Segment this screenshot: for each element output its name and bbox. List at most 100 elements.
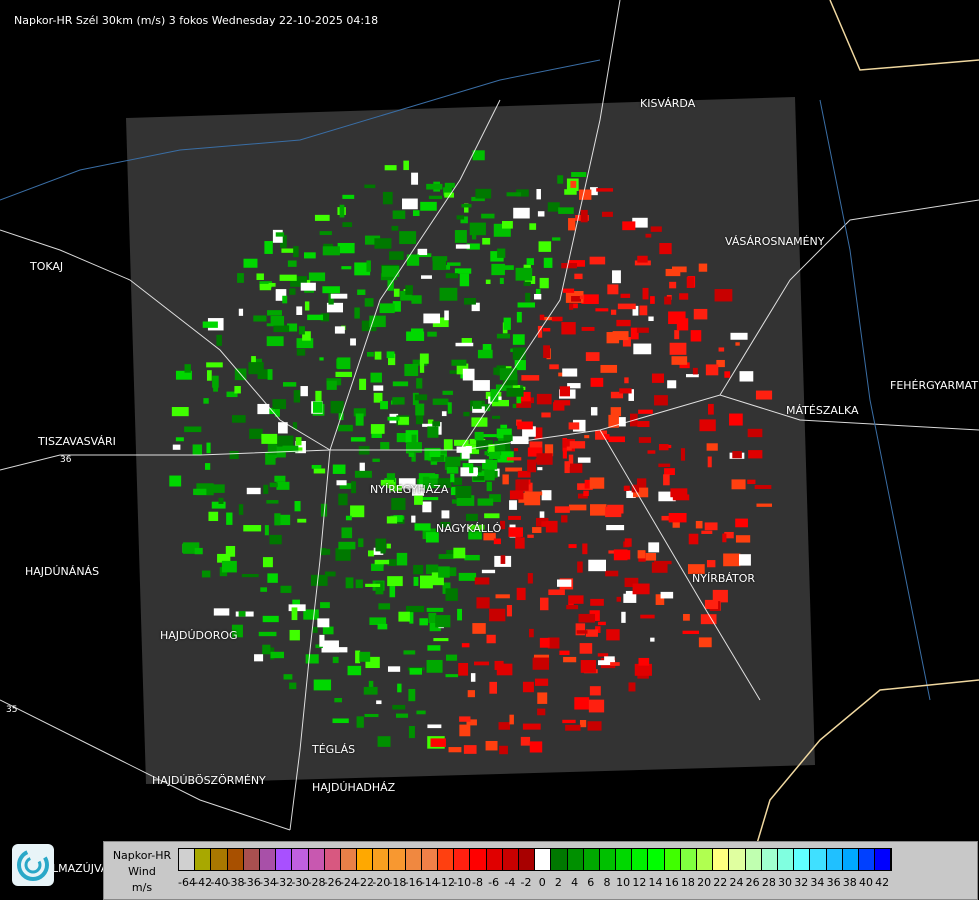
radar-echo <box>566 446 572 451</box>
radar-echo <box>494 660 504 670</box>
radar-echo <box>317 618 330 628</box>
radar-echo <box>724 371 731 378</box>
legend-swatch <box>373 849 390 870</box>
radar-echo <box>310 574 328 586</box>
radar-echo <box>529 741 543 753</box>
city-label: NAGYKÁLLÓ <box>436 522 502 535</box>
radar-echo <box>472 380 490 391</box>
radar-echo <box>524 491 543 496</box>
radar-echo <box>319 634 325 647</box>
radar-echo <box>581 326 595 331</box>
radar-echo <box>707 456 712 468</box>
radar-echo <box>311 464 322 469</box>
radar-echo <box>607 284 619 295</box>
radar-echo <box>516 311 522 323</box>
road-number: 36 <box>60 455 72 465</box>
radar-echo <box>350 437 366 442</box>
radar-echo <box>355 579 363 589</box>
radar-echo <box>457 608 463 621</box>
radar-echo <box>276 481 290 490</box>
radar-echo <box>262 615 279 623</box>
radar-echo <box>679 293 689 300</box>
legend-label: 14 <box>648 876 663 889</box>
radar-echo <box>355 413 364 426</box>
radar-echo <box>416 378 423 389</box>
radar-echo <box>722 533 727 543</box>
radar-echo <box>482 237 491 245</box>
radar-echo <box>357 289 366 295</box>
radar-echo <box>551 316 563 322</box>
radar-echo <box>459 724 471 737</box>
radar-echo <box>238 504 244 515</box>
legend-label: -4 <box>504 876 516 889</box>
radar-echo <box>184 364 191 373</box>
city-label: HAJDÚHADHÁZ <box>312 781 396 794</box>
radar-echo <box>213 608 230 616</box>
legend-label: -16 <box>404 876 423 889</box>
radar-echo <box>263 484 269 494</box>
radar-echo <box>561 263 577 269</box>
radar-echo <box>294 501 301 512</box>
radar-echo <box>585 629 598 637</box>
radar-echo <box>393 288 400 297</box>
radar-echo <box>375 581 384 595</box>
legend-label: -42 <box>194 876 213 889</box>
road-number: 35 <box>6 705 17 715</box>
radar-echo <box>486 634 496 644</box>
legend-label: -28 <box>307 876 326 889</box>
legend-label: 30 <box>778 876 793 889</box>
legend-swatch <box>308 849 325 870</box>
radar-echo <box>471 417 488 427</box>
radar-echo <box>651 373 665 383</box>
radar-echo <box>539 637 550 648</box>
radar-echo <box>536 189 541 200</box>
radar-echo <box>506 387 524 397</box>
radar-echo <box>206 442 211 454</box>
radar-echo <box>300 282 316 291</box>
radar-echo <box>616 596 622 602</box>
legend-swatch <box>340 849 358 870</box>
radar-echo <box>391 225 399 231</box>
radar-echo <box>274 513 281 526</box>
radar-echo <box>468 459 486 463</box>
radar-echo <box>371 563 384 571</box>
radar-echo <box>562 719 576 724</box>
legend-label: -6 <box>488 876 500 889</box>
radar-echo <box>445 654 458 661</box>
radar-echo <box>378 603 391 610</box>
radar-echo <box>422 501 432 513</box>
radar-echo <box>580 660 596 673</box>
legend-label: 38 <box>842 876 857 889</box>
radar-echo <box>664 468 675 476</box>
radar-echo <box>282 295 288 304</box>
radar-echo <box>358 538 364 548</box>
radar-echo <box>379 303 395 314</box>
radar-echo <box>570 180 577 188</box>
radar-echo <box>597 621 606 626</box>
city-label: HAJDÚDOROG <box>160 629 238 642</box>
radar-echo <box>427 426 439 438</box>
radar-echo <box>568 422 580 430</box>
radar-echo <box>334 698 342 703</box>
radar-echo <box>411 295 422 304</box>
radar-echo <box>543 345 551 358</box>
radar-echo <box>623 593 637 603</box>
radar-echo <box>218 497 224 504</box>
radar-echo <box>537 467 543 471</box>
radar-echo <box>565 724 581 731</box>
radar-echo <box>370 424 385 434</box>
radar-echo <box>399 231 417 245</box>
radar-echo <box>397 416 409 425</box>
radar-echo <box>298 326 305 335</box>
radar-echo <box>606 524 625 531</box>
radar-echo <box>398 611 410 622</box>
radar-echo <box>548 589 565 596</box>
radar-echo <box>251 356 256 363</box>
radar-echo <box>612 331 629 341</box>
radar-echo <box>374 238 392 249</box>
radar-echo <box>499 745 508 755</box>
radar-echo <box>663 474 670 486</box>
radar-echo <box>322 246 340 256</box>
radar-echo <box>580 209 588 223</box>
legend-label: -36 <box>242 876 261 889</box>
